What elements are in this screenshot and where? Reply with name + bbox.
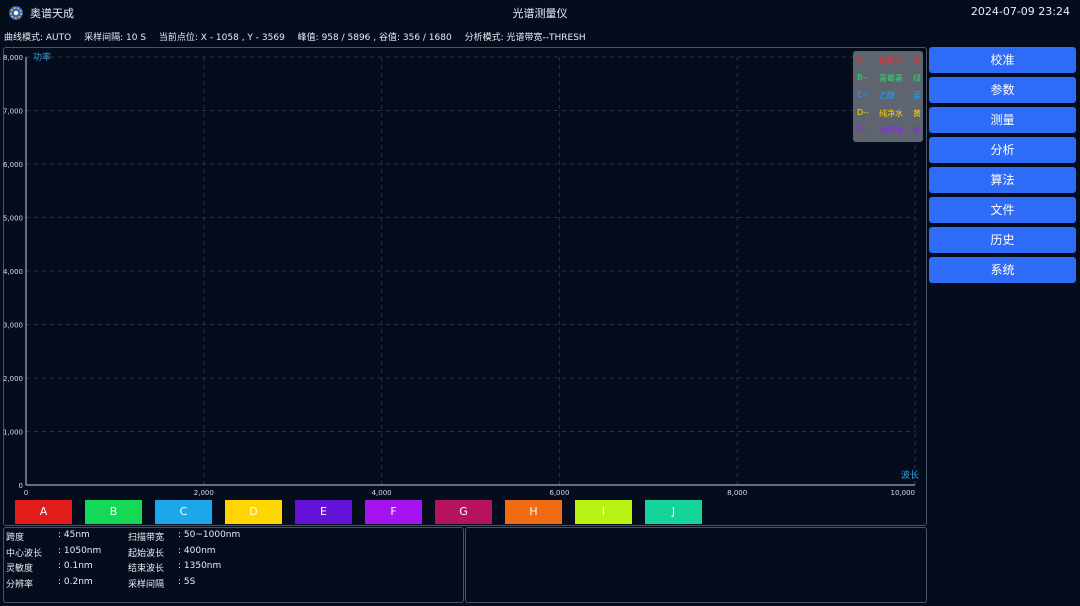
info-row: 灵敏度 : 0.1nm — [6, 561, 126, 574]
info-value: : 0.1nm — [58, 561, 93, 571]
info-label: 采样间隔 — [128, 579, 165, 590]
legend-color: 红 — [913, 56, 921, 65]
legend-item: A-- 胡萝卜 红 — [857, 55, 921, 67]
info-panel-parameters: 跨度 : 45nm 中心波长 : 1050nm 灵敏度 : 0.1nm 分辨率 : 0.2nm… — [3, 527, 464, 603]
legend-color: 绿 — [913, 73, 921, 83]
legend-key: D-- — [857, 107, 869, 117]
info-label: 扫描带宽 — [128, 533, 165, 543]
info-label: 分辨率 — [6, 579, 34, 590]
chart-legend: A-- 胡萝卜 红 B-- 青霉素绿 C-- 乙醇 蓝 D-- 纯净水黄 E-- 食用油 紫 — [853, 51, 923, 142]
channel-button-j[interactable]: J — [645, 500, 702, 524]
nav-button-parameters[interactable]: 参数 — [929, 77, 1076, 103]
x-axis-title: 波长 — [901, 469, 919, 481]
chart-ticks: 0 1,000 2,000 3,000 4,000 5,000 6,000 7,000 8,00… — [3, 54, 915, 497]
info-value: : 0.2nm — [58, 576, 93, 587]
info-value: : 45nm — [58, 530, 90, 540]
y-tick-label: 8,000 — [3, 54, 23, 62]
y-axis-title: 功率 — [33, 51, 51, 63]
side-nav: 校准参数测量分析算法文件历史系统 — [929, 47, 1076, 287]
y-tick-label: 4,000 — [3, 268, 23, 276]
info-row: 采样间隔 : 5S — [128, 576, 248, 590]
nav-button-algorithm[interactable]: 算法 — [929, 167, 1076, 193]
chart-grid — [26, 56, 916, 485]
info-value: : 5S — [178, 576, 196, 587]
legend-name: 纯净水 — [879, 108, 903, 118]
y-tick-label: 7,000 — [3, 108, 23, 116]
y-tick-label: 5,000 — [3, 215, 23, 223]
nav-button-calibrate[interactable]: 校准 — [929, 47, 1076, 73]
legend-item: C-- 乙醇 蓝 — [857, 90, 921, 102]
y-tick-label: 3,000 — [3, 322, 23, 330]
info-panel-secondary — [465, 527, 927, 603]
y-tick-label: 2,000 — [3, 375, 23, 383]
legend-item: B-- 青霉素绿 — [857, 73, 921, 85]
info-label: 跨度 — [6, 533, 25, 543]
channel-button-i[interactable]: I — [575, 500, 632, 524]
info-value: : 400nm — [178, 545, 216, 556]
x-tick-label: 6,000 — [549, 489, 569, 497]
info-value: : 1050nm — [58, 545, 102, 556]
x-tick-label: 8,000 — [727, 489, 747, 497]
channel-button-a[interactable]: A — [15, 500, 72, 524]
channel-button-d[interactable]: D — [225, 500, 282, 524]
channel-button-c[interactable]: C — [155, 500, 212, 524]
nav-button-file[interactable]: 文件 — [929, 197, 1076, 223]
channel-button-g[interactable]: G — [435, 500, 492, 524]
x-tick-label: 4,000 — [372, 489, 392, 497]
info-label: 起始波长 — [128, 548, 165, 559]
info-label: 中心波长 — [6, 548, 43, 559]
info-value: : 50~1000nm — [178, 530, 241, 540]
legend-item: D-- 纯净水黄 — [857, 108, 921, 120]
channel-button-h[interactable]: H — [505, 500, 562, 524]
channel-button-b[interactable]: B — [85, 500, 142, 524]
info-row: 结束波长 : 1350nm — [128, 561, 248, 574]
y-tick-label: 1,000 — [3, 429, 23, 437]
info-row: 扫描带宽 : 50~1000nm — [128, 530, 248, 543]
info-row: 跨度 : 45nm — [6, 530, 126, 543]
legend-name: 食用油 — [879, 126, 903, 135]
y-tick-label: 0 — [19, 482, 23, 490]
legend-name: 青霉素 — [879, 73, 903, 83]
legend-color: 蓝 — [913, 91, 921, 100]
info-row: 分辨率 : 0.2nm — [6, 576, 126, 590]
x-tick-label: 10,000 — [891, 489, 916, 497]
y-tick-label: 6,000 — [3, 161, 23, 169]
legend-name: 胡萝卜 — [879, 56, 903, 65]
legend-color: 黄 — [913, 108, 921, 118]
legend-key: B-- — [857, 72, 869, 82]
info-value: : 1350nm — [178, 561, 222, 571]
nav-button-measure[interactable]: 测量 — [929, 107, 1076, 133]
legend-color: 紫 — [913, 126, 921, 135]
x-tick-label: 2,000 — [194, 489, 214, 497]
legend-name: 乙醇 — [879, 91, 895, 100]
info-row: 起始波长 : 400nm — [128, 545, 248, 559]
nav-button-system[interactable]: 系统 — [929, 257, 1076, 283]
legend-key: C-- — [857, 90, 869, 99]
nav-button-analyze[interactable]: 分析 — [929, 137, 1076, 163]
channel-button-e[interactable]: E — [295, 500, 352, 524]
legend-key: A-- — [857, 55, 869, 64]
nav-button-history[interactable]: 历史 — [929, 227, 1076, 253]
info-label: 灵敏度 — [6, 564, 34, 574]
x-tick-label: 0 — [24, 489, 28, 497]
legend-key: E-- — [857, 125, 868, 134]
info-row: 中心波长 : 1050nm — [6, 545, 126, 559]
legend-item: E-- 食用油 紫 — [857, 125, 921, 137]
info-label: 结束波长 — [128, 564, 165, 574]
channel-button-f[interactable]: F — [365, 500, 422, 524]
